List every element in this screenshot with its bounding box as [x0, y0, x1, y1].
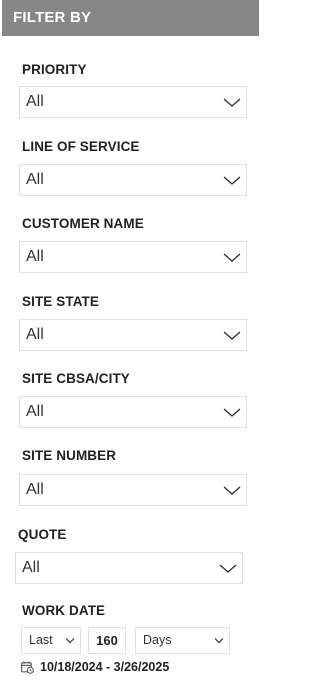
chevron-down-icon — [223, 408, 241, 417]
priority-select[interactable]: All — [19, 86, 247, 118]
site-cbsa-city-value: All — [26, 403, 44, 420]
site-cbsa-city-label: SITE CBSA/CITY — [22, 371, 130, 386]
work-date-range-text: 10/18/2024 - 3/26/2025 — [40, 660, 170, 674]
line-of-service-label: LINE OF SERVICE — [22, 139, 140, 154]
chevron-down-icon — [223, 486, 241, 495]
calendar-clock-icon — [21, 661, 34, 674]
work-date-amount-value: 160 — [96, 633, 118, 648]
customer-name-select[interactable]: All — [19, 241, 247, 273]
work-date-amount-input[interactable]: 160 — [88, 627, 126, 654]
chevron-down-icon — [223, 98, 241, 107]
site-number-value: All — [26, 481, 44, 498]
work-date-unit-select[interactable]: Days — [135, 627, 230, 654]
customer-name-label: CUSTOMER NAME — [22, 216, 144, 231]
customer-name-value: All — [26, 248, 44, 265]
chevron-down-icon — [223, 331, 241, 340]
site-cbsa-city-select[interactable]: All — [19, 396, 247, 428]
work-date-label: WORK DATE — [22, 603, 106, 618]
work-date-unit-value: Days — [143, 633, 172, 647]
quote-value: All — [22, 559, 40, 576]
work-date-period-select[interactable]: Last — [21, 627, 81, 654]
site-number-select[interactable]: All — [19, 474, 247, 506]
chevron-down-icon — [223, 176, 241, 185]
chevron-down-icon — [219, 564, 237, 573]
quote-select[interactable]: All — [15, 552, 243, 584]
work-date-period-value: Last — [29, 633, 53, 647]
line-of-service-select[interactable]: All — [19, 164, 247, 196]
quote-label: QUOTE — [18, 527, 67, 542]
site-state-select[interactable]: All — [19, 319, 247, 351]
site-state-value: All — [26, 326, 44, 343]
filter-panel: FILTER BY PRIORITY All LINE OF SERVICE A… — [2, 0, 259, 693]
chevron-down-icon — [65, 638, 75, 644]
line-of-service-value: All — [26, 171, 44, 188]
work-date-range: 10/18/2024 - 3/26/2025 — [21, 660, 169, 674]
chevron-down-icon — [223, 253, 241, 262]
chevron-down-icon — [214, 638, 224, 644]
priority-label: PRIORITY — [22, 62, 87, 77]
priority-value: All — [26, 93, 44, 110]
site-state-label: SITE STATE — [22, 294, 100, 309]
filter-header: FILTER BY — [2, 0, 259, 36]
site-number-label: SITE NUMBER — [22, 448, 117, 463]
